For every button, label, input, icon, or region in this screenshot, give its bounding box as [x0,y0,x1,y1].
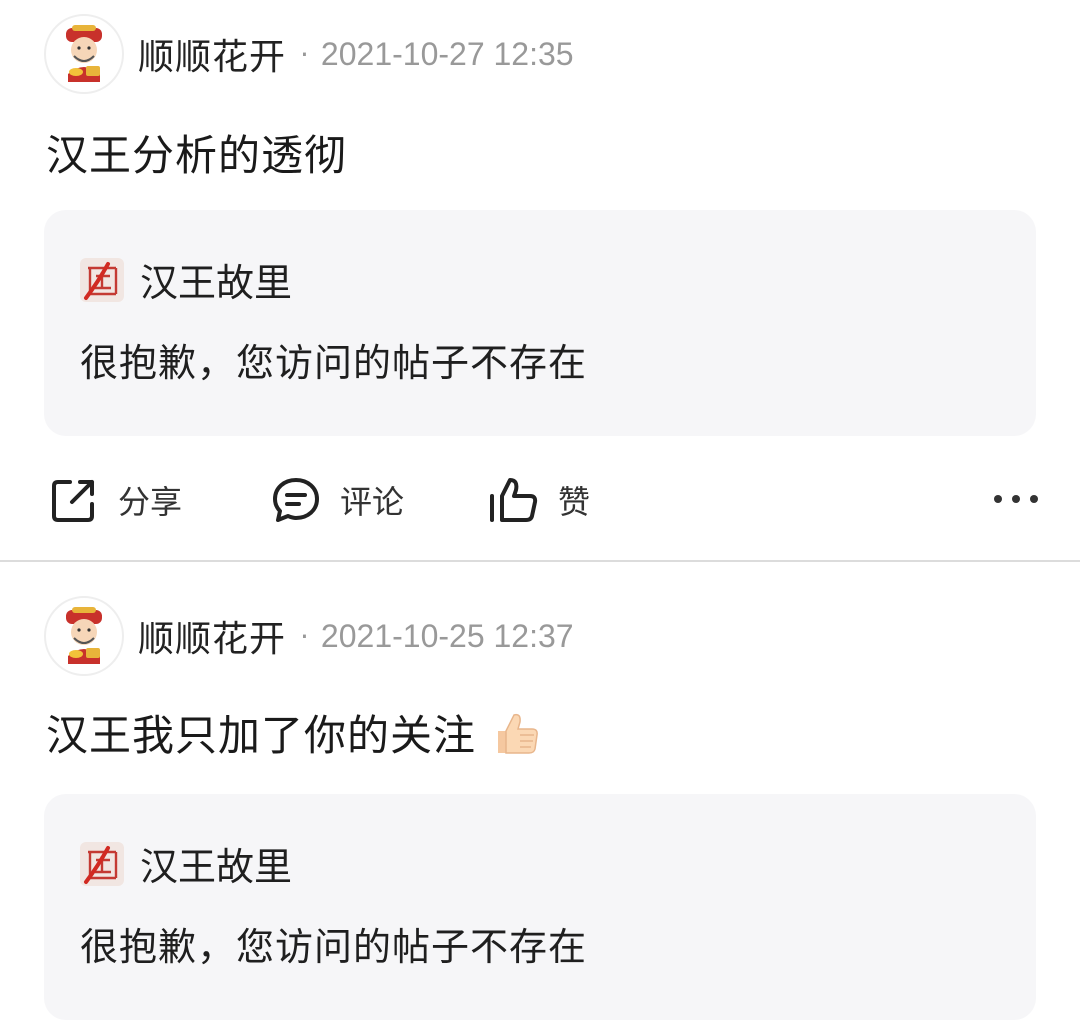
more-icon-dot [994,495,1002,503]
like-button[interactable]: 赞 [488,472,590,528]
quoted-post-card[interactable]: 汉王故里 很抱歉，您访问的帖子不存在 [44,210,1036,436]
quoted-source: 汉王故里 [80,836,292,891]
caishen-avatar-icon [66,25,102,82]
comment-post: 顺顺花开 · 2021-10-27 12:35 汉王分析的透彻 汉王故里 很抱歉… [0,0,1080,560]
like-label: 赞 [558,483,591,521]
like-icon [490,478,538,522]
quoted-source-name: 汉王故里 [140,261,293,305]
meta-separator: · [300,37,309,71]
action-bar: 分享 评论 赞 [48,472,1038,528]
hanwang-logo-icon [80,257,124,302]
user-avatar[interactable] [44,14,124,94]
author-name[interactable]: 顺顺花开 [138,28,286,80]
post-timestamp: 2021-10-27 12:35 [320,35,574,72]
post-text: 汉王分析的透彻 [46,131,348,180]
more-options-button[interactable] [994,484,1038,514]
post-header: 顺顺花开 · 2021-10-25 12:37 [44,594,574,678]
comment-button[interactable]: 评论 [270,472,404,528]
more-icon-dot [1030,495,1038,503]
thumbs-up-emoji-icon [498,713,538,754]
author-name[interactable]: 顺顺花开 [138,610,286,662]
share-icon [52,480,94,522]
post-content[interactable]: 汉王分析的透彻 [46,122,347,183]
hanwang-logo-icon [80,841,124,886]
quoted-post-card[interactable]: 汉王故里 很抱歉，您访问的帖子不存在 [44,794,1036,1020]
quoted-source: 汉王故里 [80,252,292,307]
user-avatar[interactable] [44,596,124,676]
share-label: 分享 [118,483,183,521]
comment-icon [273,478,319,522]
comment-post: 顺顺花开 · 2021-10-25 12:37 汉王我只加了你的关注 汉王故里 … [0,562,1080,1021]
quoted-source-name: 汉王故里 [140,845,293,889]
quoted-text: 很抱歉，您访问的帖子不存在 [80,925,588,969]
share-button[interactable]: 分享 [48,472,182,528]
comment-label: 评论 [340,483,405,521]
post-header: 顺顺花开 · 2021-10-27 12:35 [44,12,574,96]
quoted-text: 很抱歉，您访问的帖子不存在 [80,341,588,385]
more-icon-dot [1012,495,1020,503]
meta-separator: · [300,619,309,653]
post-timestamp: 2021-10-25 12:37 [320,617,574,654]
post-text: 汉王我只加了你的关注 [46,711,477,760]
caishen-avatar-icon [66,607,102,664]
post-content[interactable]: 汉王我只加了你的关注 [46,702,542,763]
